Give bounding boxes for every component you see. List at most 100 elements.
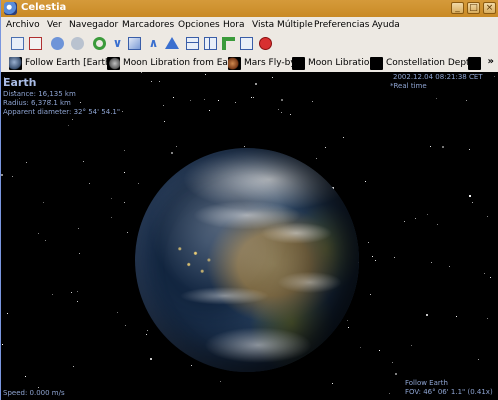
star	[316, 158, 317, 159]
chevron-down-icon[interactable]: ∨	[111, 37, 124, 50]
bookmark-partial[interactable]	[468, 56, 484, 70]
single-view-icon[interactable]	[240, 37, 253, 50]
star	[147, 330, 148, 331]
star	[255, 83, 257, 85]
star	[124, 202, 125, 203]
cycle-view-icon[interactable]	[222, 37, 235, 50]
hud-object-name: Earth	[3, 76, 37, 89]
moon-thumbnail-icon	[107, 56, 120, 70]
cloud-layer	[135, 148, 359, 372]
refresh-icon[interactable]	[93, 37, 106, 50]
time-control-icon[interactable]	[128, 37, 141, 50]
bookmark-label: Moon Libration	[308, 58, 376, 68]
star	[436, 98, 437, 99]
star	[164, 121, 165, 122]
menu-vista-multiple[interactable]: Vista Múltiple	[252, 20, 313, 30]
bookmarks-overflow-button[interactable]: »	[488, 56, 494, 67]
celestia-window: Celestia _ □ × Archivo Ver Navegador Mar…	[0, 0, 498, 400]
star	[312, 101, 313, 102]
menu-opciones[interactable]: Opciones	[178, 20, 220, 30]
star	[68, 125, 69, 126]
star	[38, 387, 39, 388]
star	[415, 218, 416, 219]
star	[191, 365, 192, 366]
star	[80, 102, 81, 103]
star	[1, 174, 3, 176]
star	[426, 314, 428, 316]
menu-ver[interactable]: Ver	[47, 20, 62, 30]
star	[163, 105, 164, 106]
star	[379, 350, 380, 351]
star	[150, 358, 152, 360]
bookmark-moon-libration-from-earth[interactable]: Moon Libration from Earth	[107, 56, 241, 70]
close-button[interactable]: ×	[483, 2, 496, 14]
star	[251, 97, 252, 98]
split-vertical-icon[interactable]	[204, 37, 217, 50]
eject-icon[interactable]	[165, 37, 179, 49]
star	[52, 294, 53, 295]
bookmark-constellation-depth[interactable]: Constellation Depth	[370, 56, 475, 70]
hud-time-mode: *Real time	[390, 82, 427, 90]
menu-preferencias[interactable]: Preferencias	[314, 20, 369, 30]
star	[83, 161, 84, 162]
hud-fov: FOV: 46° 06' 1.1" (0.41x)	[405, 388, 493, 396]
star	[348, 327, 349, 328]
star	[26, 162, 27, 163]
star	[449, 266, 450, 267]
star	[89, 183, 90, 184]
bookmark-label: Constellation Depth	[386, 58, 476, 68]
star	[205, 74, 206, 75]
hud-radius: Radius: 6,378.1 km	[3, 99, 71, 107]
hud-time-mode-text: Real time	[393, 82, 427, 90]
hud-distance: Distance: 16,135 km	[3, 90, 76, 98]
split-horizontal-icon[interactable]	[186, 37, 199, 50]
star	[176, 146, 177, 147]
star	[7, 313, 8, 314]
star	[122, 111, 123, 112]
menu-ayuda[interactable]: Ayuda	[372, 20, 400, 30]
delete-view-icon[interactable]	[259, 37, 272, 50]
forward-arrow-icon[interactable]	[71, 37, 84, 50]
back-arrow-icon[interactable]	[51, 37, 64, 50]
star	[360, 347, 361, 348]
bookmark-follow-earth[interactable]: Follow Earth [Earth]	[9, 56, 114, 70]
image-capture-icon[interactable]	[11, 37, 24, 50]
dark-thumbnail-icon	[370, 56, 383, 70]
bookmark-moon-libration[interactable]: Moon Libration	[292, 56, 375, 70]
star	[469, 195, 471, 197]
bookmark-label: Moon Libration from Earth	[123, 58, 241, 68]
chevron-up-icon[interactable]: ∧	[147, 37, 160, 50]
star	[2, 344, 3, 345]
mars-thumbnail-icon	[228, 56, 241, 70]
maximize-button[interactable]: □	[467, 2, 480, 14]
star	[472, 202, 473, 203]
star	[427, 214, 428, 215]
bookmark-label: Mars Fly-by	[244, 58, 296, 68]
star	[124, 172, 125, 173]
star	[368, 242, 369, 243]
star	[124, 150, 125, 151]
menu-navegador[interactable]: Navegador	[69, 20, 118, 30]
star	[220, 381, 221, 382]
star	[78, 228, 79, 229]
earth-globe	[135, 148, 359, 372]
dark-thumbnail-icon	[468, 56, 481, 70]
menu-marcadores[interactable]: Marcadores	[122, 20, 174, 30]
star	[79, 253, 80, 254]
earth-thumbnail-icon	[9, 56, 22, 70]
star	[343, 137, 344, 138]
fullscreen-icon[interactable]	[29, 37, 42, 50]
menu-hora[interactable]: Hora	[223, 20, 245, 30]
minimize-button[interactable]: _	[451, 2, 464, 14]
bookmark-mars-fly-by[interactable]: Mars Fly-by	[228, 56, 296, 70]
title-bar[interactable]: Celestia _ □ ×	[1, 0, 498, 18]
star	[151, 81, 152, 82]
star	[411, 345, 412, 346]
star	[389, 393, 390, 394]
render-viewport[interactable]: Earth Distance: 16,135 km Radius: 6,378.…	[1, 72, 498, 400]
menu-archivo[interactable]: Archivo	[6, 20, 40, 30]
star	[325, 147, 326, 148]
star	[281, 112, 282, 113]
star	[469, 149, 470, 150]
toolbar: ∨ ∧	[1, 34, 498, 55]
